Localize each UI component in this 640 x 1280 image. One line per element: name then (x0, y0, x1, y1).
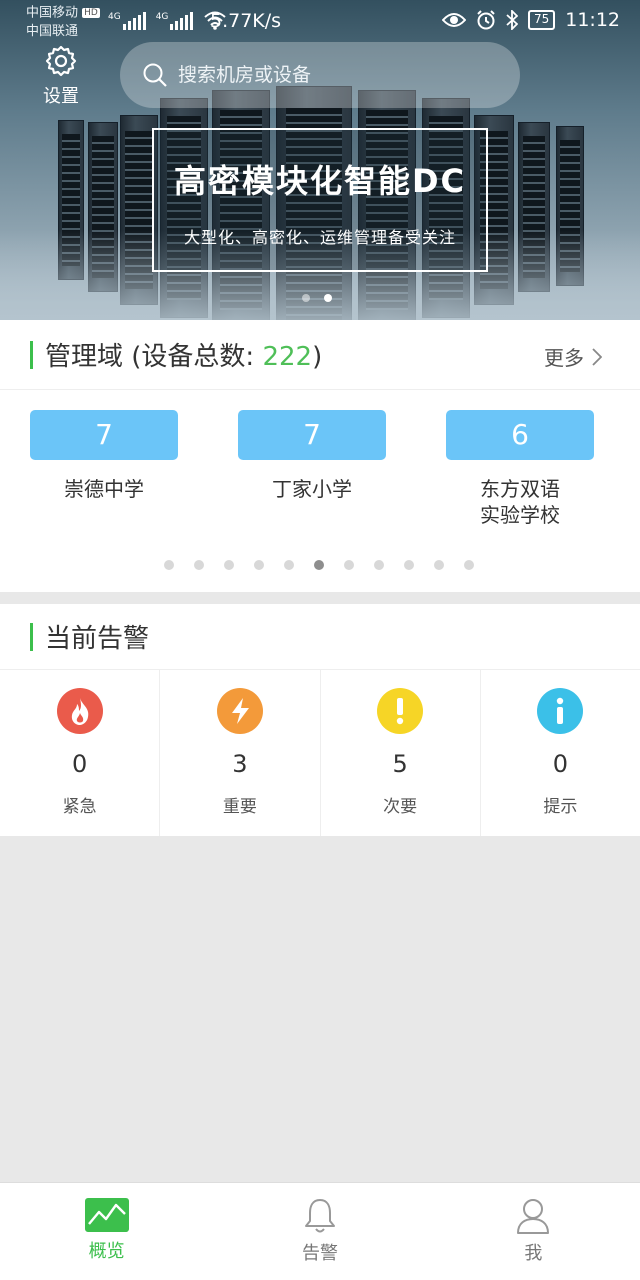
bell-icon (304, 1199, 335, 1233)
fire-icon (56, 688, 103, 734)
chevron-right-icon (592, 347, 602, 366)
domain-device-count: 6 (446, 410, 594, 460)
domain-tiles: 7 崇德中学 7 丁家小学 6 东方双语 实验学校 (0, 390, 640, 540)
alarm-grid: 0 紧急 3 重要 5 次要 0 提示 (0, 670, 640, 836)
domain-tile[interactable]: 7 崇德中学 (30, 410, 178, 502)
alarm-critical[interactable]: 0 紧急 (0, 670, 161, 836)
device-total-count: 222 (262, 342, 313, 372)
info-icon (537, 688, 584, 734)
pagination-dot (434, 560, 444, 570)
gear-icon (45, 45, 77, 77)
settings-label: 设置 (43, 86, 79, 107)
domain-name: 丁家小学 (272, 477, 352, 501)
tab-label: 告警 (301, 1243, 338, 1264)
alarm-label: 提示 (543, 797, 578, 817)
domain-title-suffix: ) (312, 342, 323, 372)
section-accent-bar (30, 622, 33, 651)
tab-label: 概览 (88, 1241, 125, 1262)
alarm-count: 0 (71, 750, 88, 778)
search-icon (143, 63, 167, 87)
user-icon (517, 1199, 550, 1234)
bluetooth-icon (506, 10, 518, 30)
search-bar[interactable] (120, 42, 520, 108)
pagination-dot (344, 560, 354, 570)
alarm-major[interactable]: 3 重要 (160, 670, 321, 836)
pagination-dot (404, 560, 414, 570)
pagination-dot (374, 560, 384, 570)
domain-section-header: 管理域 (设备总数: 222) 更多 (0, 320, 640, 390)
tab-alarms[interactable]: 告警 (213, 1183, 426, 1280)
domain-name: 东方双语 实验学校 (480, 477, 560, 527)
domain-tile[interactable]: 7 丁家小学 (238, 410, 386, 502)
banner-title: 高密模块化智能DC (173, 162, 467, 200)
alarm-label: 重要 (222, 797, 257, 817)
alarm-label: 紧急 (62, 797, 97, 817)
pagination-dot (224, 560, 234, 570)
signal-icon (170, 12, 194, 30)
overview-chart-icon (84, 1198, 129, 1232)
battery-icon: 75 (527, 10, 556, 30)
pagination-dot (194, 560, 204, 570)
eye-icon (441, 13, 466, 27)
banner-dot (302, 294, 310, 302)
pagination-dot (464, 560, 474, 570)
hd-badge: HD (82, 8, 100, 18)
alarm-minor[interactable]: 5 次要 (321, 670, 481, 836)
section-accent-bar (30, 340, 33, 369)
domain-tile[interactable]: 6 东方双语 实验学校 (446, 410, 594, 528)
domain-name: 崇德中学 (64, 477, 144, 501)
bottom-tab-bar: 概览 告警 我 (0, 1182, 640, 1280)
search-input[interactable] (178, 64, 478, 86)
current-alarms-section: 当前告警 0 紧急 3 重要 5 次要 0 提示 (0, 604, 640, 836)
banner-dot-active (324, 294, 332, 302)
more-label: 更多 (544, 346, 584, 370)
more-link[interactable]: 更多 (544, 342, 602, 371)
exclamation-icon (377, 688, 424, 734)
alarm-section-header: 当前告警 (0, 604, 640, 670)
alarm-info[interactable]: 0 提示 (481, 670, 640, 836)
signal-icon (122, 12, 146, 30)
lightning-icon (216, 688, 263, 734)
pagination-dot (164, 560, 174, 570)
tab-me[interactable]: 我 (427, 1183, 640, 1280)
tab-overview[interactable]: 概览 (0, 1183, 213, 1280)
carrier-2: 中国联通 (26, 23, 79, 39)
pagination-dot (284, 560, 294, 570)
network-speed: 5.77K/s (210, 10, 282, 32)
banner-promo-box: 高密模块化智能DC 大型化、高密化、运维管理备受关注 (152, 128, 488, 272)
domain-device-count: 7 (238, 410, 386, 460)
banner-pagination (302, 294, 332, 302)
alarm-section-title: 当前告警 (45, 624, 150, 654)
domain-section-title: 管理域 (设备总数: 222) (45, 336, 322, 373)
alarm-count: 5 (392, 750, 408, 778)
carrier-labels: 中国移动 HD 中国联通 (26, 4, 100, 41)
banner-subtitle: 大型化、高密化、运维管理备受关注 (183, 228, 456, 247)
network-type-2: 4G (155, 12, 169, 22)
management-domain-section: 管理域 (设备总数: 222) 更多 7 崇德中学 7 丁家小学 6 东方双语 … (0, 320, 640, 592)
clock-time: 11:12 (565, 9, 620, 31)
tab-label: 我 (524, 1243, 543, 1264)
alarm-clock-icon (477, 10, 495, 30)
banner-carousel[interactable]: 中国移动 HD 中国联通 4G 4G 5.77K/s 75 11:12 设置 搜… (0, 0, 640, 320)
alarm-label: 次要 (383, 797, 418, 817)
pagination-dot-active (314, 560, 324, 570)
carrier-1: 中国移动 (26, 5, 79, 21)
domain-title-text: 管理域 (设备总数: (45, 342, 263, 372)
network-type-1: 4G (108, 12, 121, 22)
pagination-dot (254, 560, 264, 570)
alarm-count: 3 (232, 750, 248, 778)
domain-pagination (164, 560, 474, 570)
settings-button[interactable]: 设置 (36, 44, 86, 108)
domain-device-count: 7 (30, 410, 178, 460)
status-bar: 中国移动 HD 中国联通 4G 4G 5.77K/s 75 11:12 (0, 0, 640, 44)
alarm-count: 0 (552, 750, 569, 778)
